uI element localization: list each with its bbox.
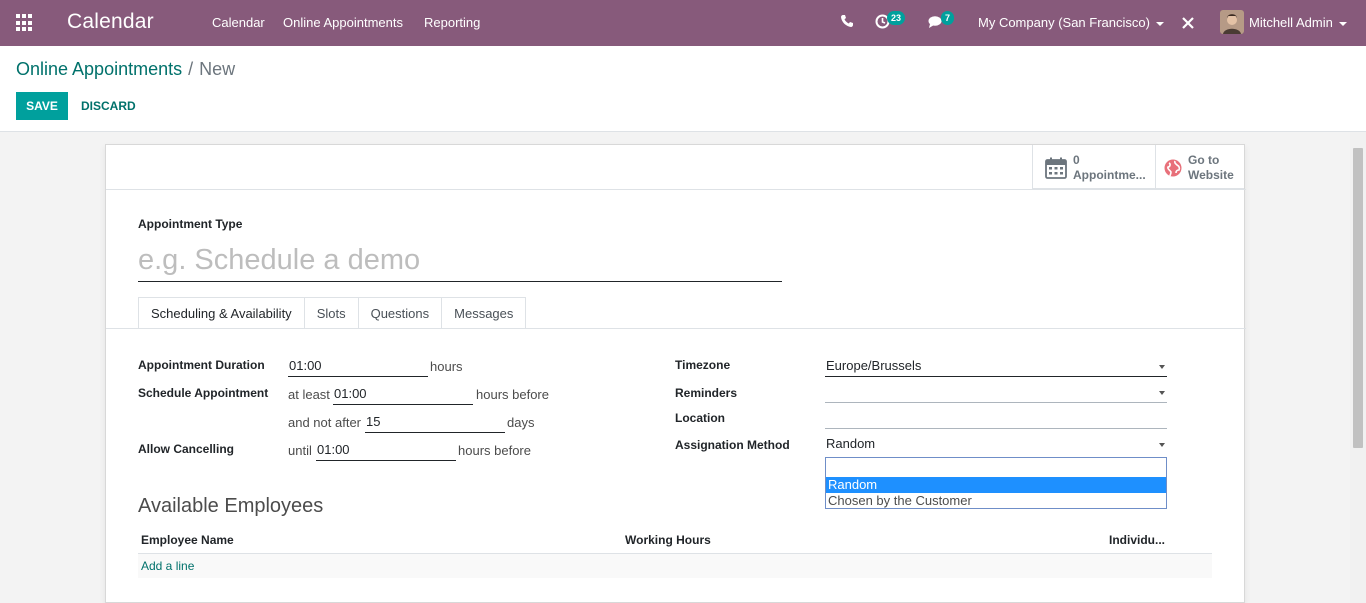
calendar-icon (1045, 157, 1067, 179)
chevron-down-icon (1155, 21, 1164, 26)
company-name: My Company (San Francisco) (978, 15, 1150, 30)
employees-section-title: Available Employees (138, 495, 324, 517)
location-label: Location (675, 411, 725, 425)
phone-icon[interactable] (840, 14, 854, 28)
option-chosen-by-customer[interactable]: Chosen by the Customer (826, 493, 1166, 509)
option-random[interactable]: Random (826, 477, 1166, 493)
schedule-prefix: at least (288, 387, 330, 402)
breadcrumb-parent[interactable]: Online Appointments (16, 59, 182, 79)
table-row: Add a line (138, 554, 1212, 578)
button-box: 0 Appointme... Go to Website (1032, 145, 1244, 189)
add-line-link[interactable]: Add a line (141, 559, 194, 573)
user-menu[interactable]: Mitchell Admin (1249, 15, 1347, 30)
schedule-max-field[interactable]: 15 (365, 413, 505, 433)
cancel-prefix: until (288, 443, 312, 458)
schedule-suffix: hours before (476, 387, 549, 402)
activity-count-badge: 23 (887, 11, 906, 25)
schedule-label: Schedule Appointment (138, 386, 269, 400)
chevron-down-icon (1338, 21, 1347, 26)
appointments-label: Appointme... (1073, 168, 1146, 182)
duration-unit: hours (430, 359, 463, 374)
tab-questions[interactable]: Questions (358, 297, 443, 329)
menu-reporting[interactable]: Reporting (424, 15, 480, 30)
tab-messages[interactable]: Messages (442, 297, 527, 329)
company-switcher[interactable]: My Company (San Francisco) (978, 15, 1164, 30)
appointments-stat-button[interactable]: 0 Appointme... (1032, 145, 1155, 189)
location-field[interactable] (825, 409, 1167, 429)
breadcrumb-separator: / (188, 59, 194, 79)
breadcrumb-current: New (199, 59, 236, 79)
website-line-2: Website (1188, 168, 1234, 182)
save-button[interactable]: SAVE (16, 92, 68, 120)
assignation-dropdown: Random Chosen by the Customer (825, 457, 1167, 509)
assignation-value: Random (826, 436, 876, 451)
reminders-label: Reminders (675, 386, 738, 400)
avatar[interactable] (1220, 10, 1244, 34)
divider (106, 189, 1246, 190)
globe-icon (1164, 159, 1182, 177)
menu-calendar[interactable]: Calendar (212, 15, 265, 30)
form-sheet: 0 Appointme... Go to Website Appointment T… (105, 144, 1246, 603)
assignation-label: Assignation Method (675, 438, 790, 452)
menu-online-appointments[interactable]: Online Appointments (283, 15, 403, 30)
schedule-prefix-2: and not after (288, 415, 361, 430)
schedule-suffix-2: days (507, 415, 535, 430)
appointments-count: 0 (1073, 153, 1080, 167)
user-name: Mitchell Admin (1249, 15, 1333, 30)
column-employee-name[interactable]: Employee Name (141, 533, 234, 547)
duration-label: Appointment Duration (138, 358, 265, 372)
top-navbar: Calendar Calendar Online Appointments Re… (0, 0, 1366, 46)
apps-menu-icon[interactable] (16, 14, 34, 32)
appointment-type-label: Appointment Type (138, 217, 243, 231)
chevron-down-icon (1159, 365, 1165, 369)
cancel-label: Allow Cancelling (138, 442, 235, 456)
timezone-label: Timezone (675, 358, 731, 372)
tab-scheduling-availability[interactable]: Scheduling & Availability (138, 297, 305, 329)
tab-divider (106, 328, 1246, 329)
assignation-select[interactable]: Random (825, 435, 1167, 455)
employees-table-header: Employee Name Working Hours Individu... (138, 528, 1212, 554)
appointment-name-input[interactable] (138, 239, 782, 282)
message-count-badge: 7 (941, 11, 955, 25)
debug-tools-icon[interactable] (1181, 16, 1195, 30)
scrollbar[interactable] (1350, 132, 1366, 603)
column-working-hours[interactable]: Working Hours (625, 533, 711, 547)
tab-slots[interactable]: Slots (304, 297, 359, 329)
chevron-down-icon (1159, 443, 1165, 447)
go-to-website-button[interactable]: Go to Website (1155, 145, 1244, 189)
cancel-field[interactable]: 01:00 (316, 441, 456, 461)
notebook-tabs: Scheduling & Availability Slots Question… (138, 297, 527, 329)
schedule-min-field[interactable]: 01:00 (333, 385, 473, 405)
cancel-suffix: hours before (458, 443, 531, 458)
breadcrumb: Online Appointments / New (16, 59, 235, 80)
reminders-field[interactable] (825, 383, 1167, 403)
column-individual[interactable]: Individu... (1109, 533, 1165, 547)
timezone-value: Europe/Brussels (826, 358, 922, 373)
timezone-select[interactable]: Europe/Brussels (825, 357, 1167, 377)
control-panel: Online Appointments / New SAVE DISCARD (0, 46, 1366, 132)
dropdown-blank-option[interactable] (826, 458, 1166, 477)
scrollbar-thumb[interactable] (1353, 148, 1363, 448)
app-brand: Calendar (67, 10, 154, 33)
chevron-down-icon (1159, 391, 1165, 395)
duration-field[interactable]: 01:00 (288, 357, 428, 377)
discard-button[interactable]: DISCARD (81, 99, 136, 113)
website-line-1: Go to (1188, 153, 1220, 167)
